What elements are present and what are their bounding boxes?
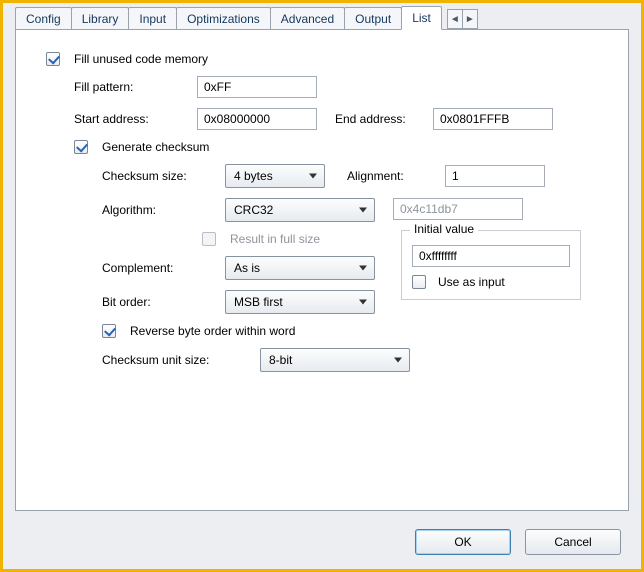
algorithm-left-col: Algorithm: CRC32 Result in full size Com… [102, 198, 375, 314]
unit-size-label: Checksum unit size: [102, 353, 252, 367]
start-address-label: Start address: [74, 112, 189, 126]
tab-advanced[interactable]: Advanced [270, 7, 345, 29]
tab-input[interactable]: Input [128, 7, 177, 29]
checksum-size-value: 4 bytes [234, 169, 273, 183]
chevron-left-icon: ◄ [450, 14, 460, 25]
bit-order-label: Bit order: [102, 295, 217, 309]
use-as-input-row: Use as input [412, 275, 570, 289]
complement-select[interactable]: As is [225, 256, 375, 280]
reverse-checkbox[interactable] [102, 324, 116, 338]
unit-size-row: Checksum unit size: 8-bit [102, 348, 610, 372]
tab-library[interactable]: Library [71, 7, 130, 29]
reverse-row: Reverse byte order within word [102, 324, 610, 338]
tab-list[interactable]: List [401, 6, 442, 30]
polynomial-input [393, 198, 523, 220]
use-as-input-checkbox[interactable] [412, 275, 426, 289]
result-full-checkbox [202, 232, 216, 246]
result-full-label: Result in full size [230, 232, 320, 246]
dialog-button-row: OK Cancel [3, 519, 641, 569]
checksum-size-row: Checksum size: 4 bytes Alignment: [102, 164, 610, 188]
initial-value-title: Initial value [410, 222, 478, 236]
initial-value-input[interactable] [412, 245, 570, 267]
ok-button[interactable]: OK [415, 529, 511, 555]
tab-scroll-left[interactable]: ◄ [447, 9, 463, 29]
use-as-input-label: Use as input [438, 275, 505, 289]
bit-order-value: MSB first [234, 295, 283, 309]
alignment-label: Alignment: [347, 169, 437, 183]
tab-output[interactable]: Output [344, 7, 402, 29]
cancel-button-label: Cancel [554, 535, 591, 549]
start-address-input[interactable] [197, 108, 317, 130]
algorithm-right-col: Initial value Use as input [393, 198, 581, 300]
complement-value: As is [234, 261, 260, 275]
algorithm-label: Algorithm: [102, 203, 217, 217]
fill-unused-checkbox[interactable] [46, 52, 60, 66]
end-address-label: End address: [335, 112, 425, 126]
alignment-input[interactable] [445, 165, 545, 187]
fill-pattern-label: Fill pattern: [74, 80, 189, 94]
ok-button-label: OK [454, 535, 471, 549]
complement-label: Complement: [102, 261, 217, 275]
fill-pattern-row: Fill pattern: [74, 76, 610, 98]
address-row: Start address: End address: [74, 108, 610, 130]
generate-checksum-checkbox[interactable] [74, 140, 88, 154]
checksum-size-select[interactable]: 4 bytes [225, 164, 325, 188]
chevron-right-icon: ► [465, 14, 475, 25]
bit-order-select[interactable]: MSB first [225, 290, 375, 314]
panel-content: Fill unused code memory Fill pattern: St… [15, 29, 629, 511]
unit-size-value: 8-bit [269, 353, 292, 367]
algorithm-block: Algorithm: CRC32 Result in full size Com… [102, 198, 610, 314]
generate-checksum-label: Generate checksum [102, 140, 209, 154]
end-address-input[interactable] [433, 108, 553, 130]
unit-size-select[interactable]: 8-bit [260, 348, 410, 372]
fill-pattern-input[interactable] [197, 76, 317, 98]
reverse-label: Reverse byte order within word [130, 324, 295, 338]
tab-optimizations[interactable]: Optimizations [176, 7, 271, 29]
tab-scroll-right[interactable]: ► [462, 9, 478, 29]
complement-row: Complement: As is [102, 256, 375, 280]
dialog-frame: Config Library Input Optimizations Advan… [0, 0, 644, 572]
checksum-size-label: Checksum size: [102, 169, 217, 183]
fill-unused-label: Fill unused code memory [74, 52, 208, 66]
result-full-row: Result in full size [202, 232, 375, 246]
tab-config[interactable]: Config [15, 7, 72, 29]
cancel-button[interactable]: Cancel [525, 529, 621, 555]
algorithm-value: CRC32 [234, 203, 273, 217]
generate-checksum-row: Generate checksum [74, 140, 610, 154]
initial-value-group: Initial value Use as input [401, 230, 581, 300]
tab-strip: Config Library Input Optimizations Advan… [3, 3, 641, 29]
bit-order-row: Bit order: MSB first [102, 290, 375, 314]
algorithm-select[interactable]: CRC32 [225, 198, 375, 222]
tab-scroll: ◄ ► [447, 9, 477, 29]
algorithm-row: Algorithm: CRC32 [102, 198, 375, 222]
fill-unused-row: Fill unused code memory [46, 52, 610, 66]
